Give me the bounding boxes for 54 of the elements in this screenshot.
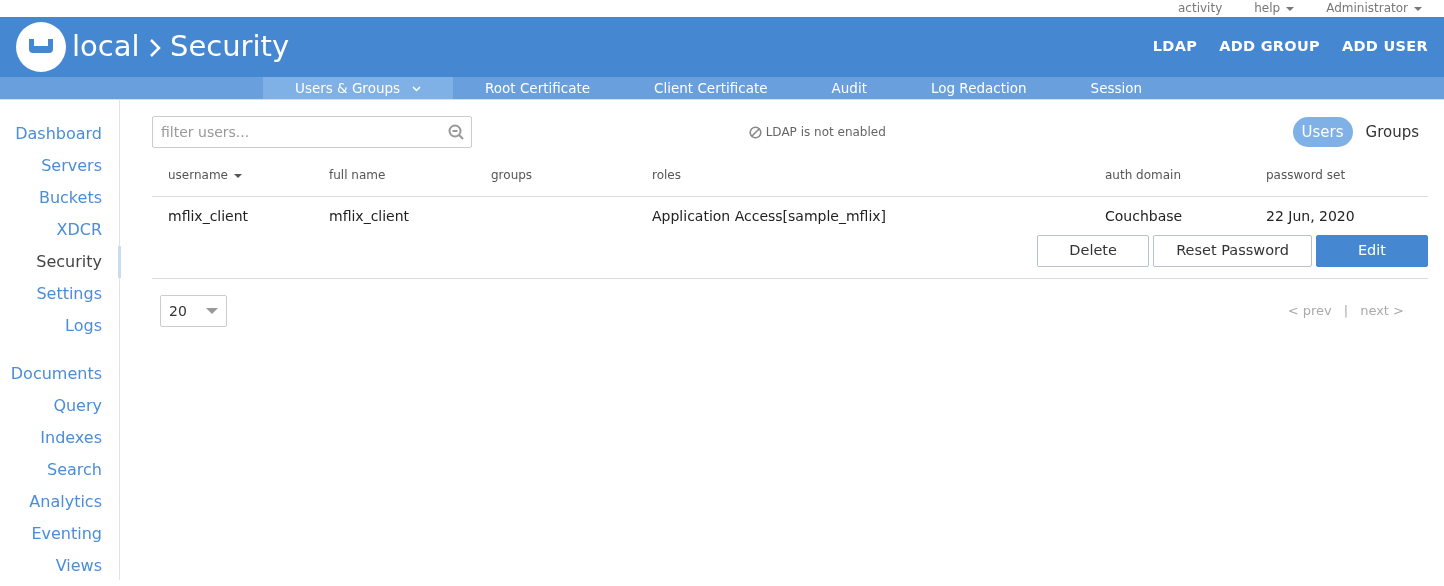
edit-button[interactable]: Edit <box>1316 235 1428 267</box>
table-cell-text: mflix_client <box>329 206 410 226</box>
view-toggle-tab[interactable]: Users <box>1292 116 1353 148</box>
logo-icon <box>16 22 66 72</box>
sidebar-item[interactable]: Eventing <box>0 518 121 550</box>
menu-link[interactable]: Administrator <box>1326 1 1408 16</box>
sidebar-item[interactable]: Views <box>0 550 121 582</box>
page-size-select[interactable]: 20 <box>160 295 227 327</box>
header-action-link[interactable]: ADD USER <box>1341 36 1428 58</box>
search-icon <box>448 124 464 140</box>
filter-field[interactable]: filter users... <box>152 116 472 148</box>
sidebar-item[interactable]: Analytics <box>0 486 121 518</box>
next-link[interactable]: next > <box>1360 301 1404 321</box>
subnav-tab[interactable]: Client Certificate <box>622 77 800 99</box>
chevron-icon <box>148 38 161 59</box>
subnav-tab[interactable]: Users & Groups <box>263 77 454 99</box>
column-header[interactable]: full name <box>329 166 386 184</box>
sidebar-item[interactable]: Indexes <box>0 422 121 454</box>
page-title: Security <box>170 29 290 64</box>
breadcrumb-link[interactable]: local <box>72 29 140 64</box>
header-action-link[interactable]: LDAP <box>1152 36 1198 58</box>
sidebar-item[interactable]: Logs <box>0 310 121 342</box>
table-cell-text: Couchbase <box>1105 206 1183 226</box>
sidebar-item[interactable]: Dashboard <box>0 118 121 150</box>
pager-separator: | <box>1343 302 1349 321</box>
prev-link[interactable]: < prev <box>1287 301 1332 321</box>
sidebar-item[interactable]: Security <box>0 246 121 278</box>
column-header[interactable]: password set <box>1266 166 1346 184</box>
ldap-status: LDAP is not enabled <box>765 124 886 141</box>
subnav-tab[interactable]: Root Certificate <box>453 77 623 99</box>
sidebar-item[interactable]: Settings <box>0 278 121 310</box>
row-action-button[interactable]: Reset Password <box>1153 235 1312 267</box>
table-cell-text: 22 Jun, 2020 <box>1266 206 1355 226</box>
menu-link[interactable]: help <box>1254 1 1281 16</box>
top-link[interactable]: activity <box>1178 1 1223 16</box>
row-action-button[interactable]: Delete <box>1037 235 1150 267</box>
sidebar-item[interactable]: XDCR <box>0 214 121 246</box>
column-header[interactable]: auth domain <box>1105 166 1182 184</box>
sidebar-item[interactable]: Search <box>0 454 121 486</box>
subnav-tab[interactable]: Session <box>1058 77 1175 99</box>
sidebar-item[interactable]: Servers <box>0 150 121 182</box>
column-header[interactable]: roles <box>652 166 681 184</box>
view-toggle-tab[interactable]: Groups <box>1356 116 1428 148</box>
table-cell-text: Application Access[sample_mflix] <box>652 206 887 226</box>
sidebar-item[interactable]: Documents <box>0 358 121 390</box>
header-action-link[interactable]: ADD GROUP <box>1219 36 1320 58</box>
subnav-tab[interactable]: Log Redaction <box>898 77 1059 99</box>
column-header[interactable]: groups <box>491 166 533 184</box>
disabled-icon <box>748 125 762 139</box>
subnav-tab[interactable]: Audit <box>799 77 899 99</box>
sidebar-item[interactable]: Query <box>0 390 121 422</box>
sidebar-item[interactable]: Buckets <box>0 182 121 214</box>
sortable-column-header[interactable]: username <box>168 166 242 184</box>
table-cell-text: mflix_client <box>168 206 249 226</box>
